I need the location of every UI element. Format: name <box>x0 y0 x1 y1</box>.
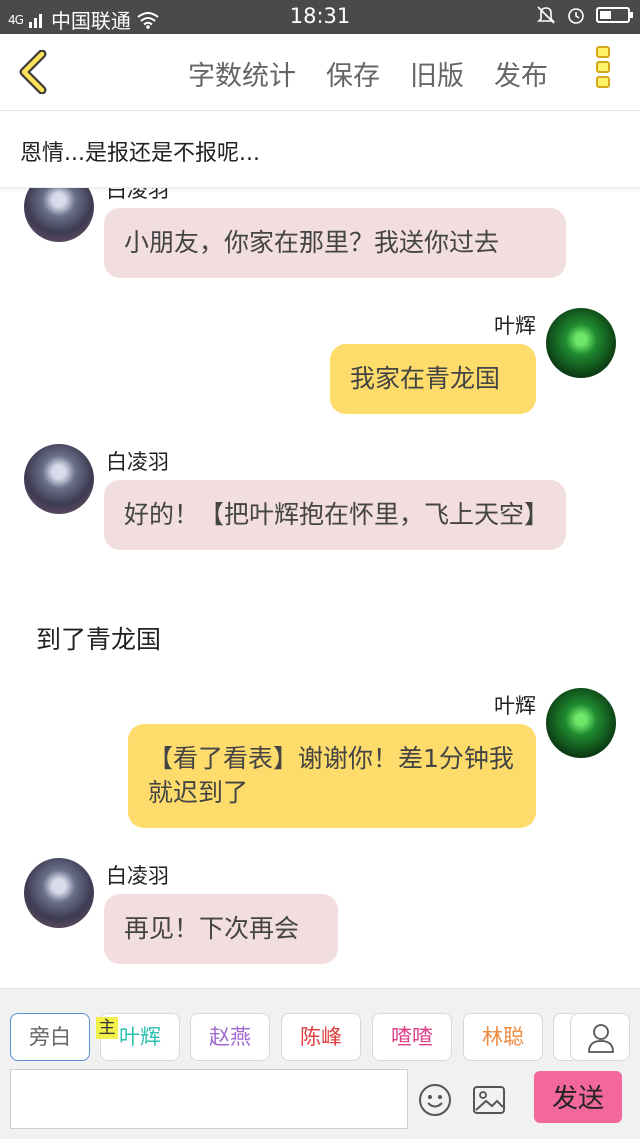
status-bar: 4G 中国联通 18:31 <box>0 0 640 34</box>
character-chip-zhaoyan[interactable]: 赵燕 <box>190 1013 270 1061</box>
avatar[interactable] <box>546 308 616 378</box>
narration-text[interactable]: 到了青龙国 <box>36 620 161 656</box>
send-button[interactable]: 发送 <box>534 1071 622 1123</box>
person-icon <box>588 1024 614 1053</box>
avatar[interactable] <box>24 444 94 514</box>
mute-bell-icon <box>537 6 555 24</box>
image-icon <box>473 1086 505 1114</box>
speaker-name: 叶辉 <box>494 694 536 718</box>
editor-header: 字数统计 保存 旧版 发布 <box>0 34 640 111</box>
character-chip-narrator[interactable]: 旁白 <box>10 1013 90 1061</box>
more-menu-button[interactable] <box>596 46 614 96</box>
composer-panel: 旁白 叶辉 主 赵燕 陈峰 喳喳 林聪 发送 <box>0 988 640 1139</box>
avatar[interactable] <box>24 858 94 928</box>
publish-button[interactable]: 发布 <box>494 54 548 93</box>
message-bubble[interactable]: 我家在青龙国 <box>330 344 536 414</box>
more-dot-icon <box>596 61 610 73</box>
more-dot-icon <box>596 46 610 58</box>
alarm-icon <box>568 8 584 24</box>
message-input[interactable] <box>10 1069 408 1129</box>
word-count-button[interactable]: 字数统计 <box>188 54 296 93</box>
chat-area[interactable]: 白凌羽 小朋友，你家在那里？我送你过去 叶辉 我家在青龙国 白凌羽 好的！【把叶… <box>0 188 640 988</box>
back-button[interactable] <box>14 49 54 95</box>
save-button[interactable]: 保存 <box>326 54 380 93</box>
story-title-bar[interactable]: 恩情...是报还是不报呢... <box>0 111 640 188</box>
old-version-button[interactable]: 旧版 <box>410 54 464 93</box>
speaker-name: 白凌羽 <box>106 864 169 888</box>
battery-icon <box>596 7 633 23</box>
image-button[interactable] <box>472 1084 506 1116</box>
message-bubble[interactable]: 【看了看表】谢谢你！差1分钟我就迟到了 <box>128 724 536 828</box>
more-dot-icon <box>596 76 610 88</box>
speaker-name: 白凌羽 <box>106 450 169 474</box>
avatar[interactable] <box>546 688 616 758</box>
header-menu: 字数统计 保存 旧版 发布 <box>188 54 548 93</box>
avatar[interactable] <box>24 188 94 242</box>
character-chip-chenfeng[interactable]: 陈峰 <box>281 1013 361 1061</box>
character-chip-zhazha[interactable]: 喳喳 <box>372 1013 452 1061</box>
message-bubble[interactable]: 小朋友，你家在那里？我送你过去 <box>104 208 566 278</box>
speaker-name: 叶辉 <box>494 314 536 338</box>
message-bubble[interactable]: 再见！下次再会 <box>104 894 338 964</box>
smiley-icon <box>419 1084 451 1116</box>
main-character-badge: 主 <box>96 1017 118 1039</box>
character-chip-lincong[interactable]: 林聪 <box>463 1013 543 1061</box>
message-bubble[interactable]: 好的！【把叶辉抱在怀里，飞上天空】 <box>104 480 566 550</box>
chevron-left-icon <box>19 49 47 95</box>
story-title: 恩情...是报还是不报呢... <box>20 141 260 166</box>
character-manage-button[interactable] <box>570 1013 630 1061</box>
emoji-button[interactable] <box>418 1083 452 1117</box>
speaker-name: 白凌羽 <box>106 188 169 202</box>
